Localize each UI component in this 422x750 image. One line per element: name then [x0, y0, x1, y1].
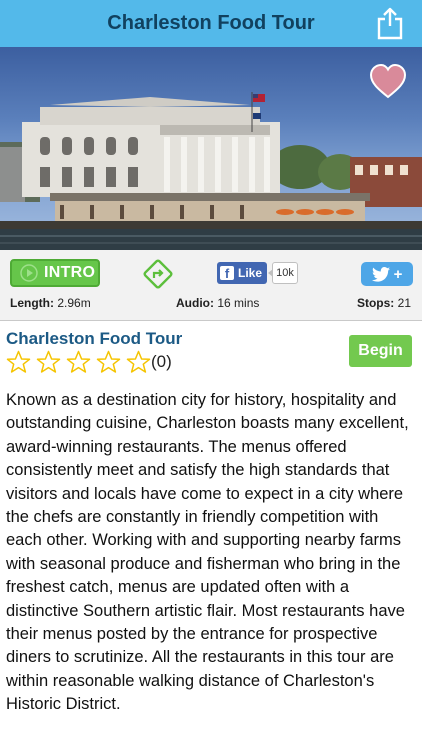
star-empty-icon[interactable]: [126, 350, 151, 374]
twitter-share-button[interactable]: +: [361, 262, 413, 286]
app-header: Charleston Food Tour: [0, 0, 422, 47]
tour-description: Known as a destination city for history,…: [6, 391, 409, 714]
play-icon: [20, 264, 38, 282]
facebook-like-label: Like: [238, 266, 263, 280]
facebook-like-button[interactable]: f Like: [217, 262, 267, 284]
intro-button[interactable]: INTRO: [10, 259, 100, 287]
twitter-plus-label: +: [393, 265, 403, 283]
length-label: Length:: [10, 296, 54, 310]
intro-label: INTRO: [44, 264, 96, 281]
stat-audio: Audio: 16 mins: [176, 296, 259, 310]
facebook-like-count: 10k: [268, 262, 298, 284]
star-empty-icon[interactable]: [66, 350, 91, 374]
star-empty-icon[interactable]: [6, 350, 31, 374]
tour-title: Charleston Food Tour: [6, 329, 183, 348]
facebook-icon: f: [220, 266, 234, 281]
share-icon[interactable]: [376, 6, 404, 40]
favorite-heart-icon[interactable]: [370, 64, 406, 100]
customs-house-photo: [0, 92, 422, 250]
tour-stats: Length: 2.96m Audio: 16 mins Stops: 21: [0, 296, 422, 314]
stat-stops: Stops: 21: [357, 296, 411, 310]
star-empty-icon[interactable]: [96, 350, 121, 374]
audio-label: Audio:: [176, 296, 214, 310]
rating-count: (0): [151, 352, 172, 371]
stat-length: Length: 2.96m: [10, 296, 91, 310]
action-bar: INTRO f Like 10k + Length: 2.96m Audio: …: [0, 250, 422, 321]
audio-value: 16 mins: [217, 296, 260, 310]
stops-label: Stops:: [356, 296, 395, 310]
tour-hero-image: [0, 47, 422, 250]
stops-value: 21: [397, 296, 411, 310]
twitter-bird-icon: [371, 266, 390, 282]
page-title: Charleston Food Tour: [107, 12, 315, 34]
rating-stars[interactable]: (0): [6, 350, 172, 374]
length-value: 2.96m: [57, 296, 91, 310]
star-empty-icon[interactable]: [36, 350, 61, 374]
directions-icon[interactable]: [143, 259, 173, 289]
begin-button[interactable]: Begin: [349, 335, 412, 367]
